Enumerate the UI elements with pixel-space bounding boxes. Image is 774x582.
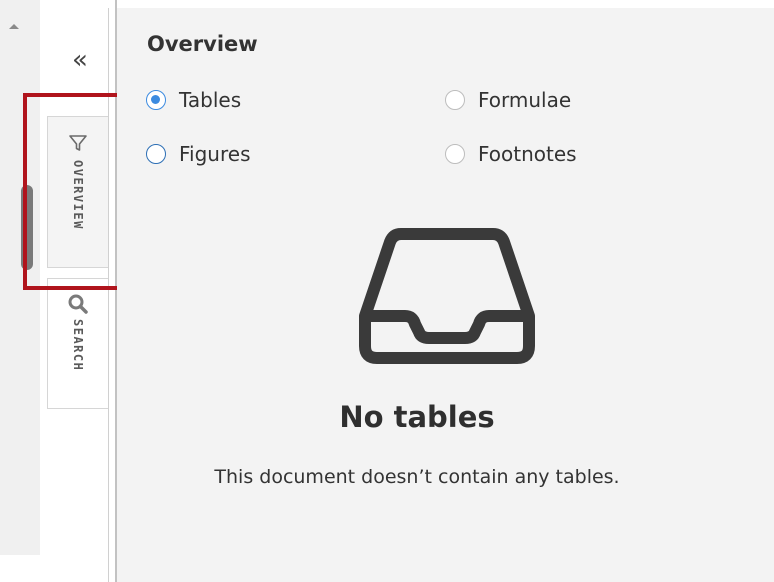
radio-button-icon: [445, 144, 465, 164]
scrollbar-thumb[interactable]: [21, 185, 33, 270]
panel-title: Overview: [147, 32, 258, 56]
inbox-tray-icon: [357, 218, 537, 372]
tab-overview[interactable]: OVERVIEW: [47, 116, 108, 268]
radio-formulae[interactable]: Formulae: [445, 88, 571, 112]
radio-button-icon: [445, 90, 465, 110]
radio-tables[interactable]: Tables: [146, 88, 241, 112]
radio-footnotes[interactable]: Footnotes: [445, 142, 577, 166]
collapse-sidebar-button[interactable]: «: [60, 42, 100, 78]
search-icon: [67, 293, 89, 319]
divider: [108, 8, 109, 582]
tab-overview-label: OVERVIEW: [71, 160, 85, 230]
overview-panel: Overview Tables Formulae Figures Footnot…: [117, 8, 774, 582]
scrollbar[interactable]: [0, 0, 40, 555]
radio-button-icon: [146, 144, 166, 164]
tab-search[interactable]: SEARCH: [47, 278, 108, 409]
double-chevron-left-icon: «: [72, 45, 88, 75]
empty-state-description: This document doesn’t contain any tables…: [214, 466, 620, 488]
radio-label: Figures: [179, 142, 251, 166]
filter-icon: [68, 133, 88, 157]
empty-state-title: No tables: [339, 400, 495, 434]
radio-label: Formulae: [478, 88, 572, 112]
radio-label: Tables: [179, 88, 242, 112]
radio-figures[interactable]: Figures: [146, 142, 250, 166]
radio-label: Footnotes: [478, 142, 577, 166]
radio-button-icon: [146, 90, 166, 110]
tab-search-label: SEARCH: [71, 319, 85, 372]
scroll-up-arrow[interactable]: [9, 24, 19, 29]
